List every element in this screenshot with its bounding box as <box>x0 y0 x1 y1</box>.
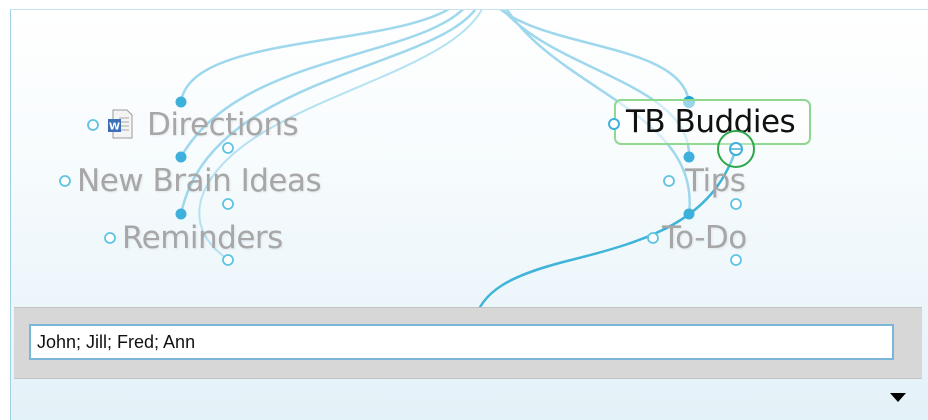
svg-text:W: W <box>109 122 120 133</box>
thought-to-do[interactable]: To-Do <box>662 218 747 258</box>
thought-reminders[interactable]: Reminders <box>122 218 283 258</box>
active-thought-gate-left[interactable] <box>607 117 621 131</box>
triangle-down-icon[interactable] <box>887 386 909 408</box>
thought-new-brain-ideas[interactable]: New Brain Ideas <box>77 161 322 201</box>
child-gate-ring[interactable] <box>714 129 760 175</box>
thought-directions[interactable]: Directions <box>147 105 299 145</box>
word-document-icon: W <box>108 109 133 139</box>
thought-name-input[interactable] <box>29 324 894 360</box>
thought-tb-buddies[interactable]: TB Buddies <box>626 102 796 142</box>
